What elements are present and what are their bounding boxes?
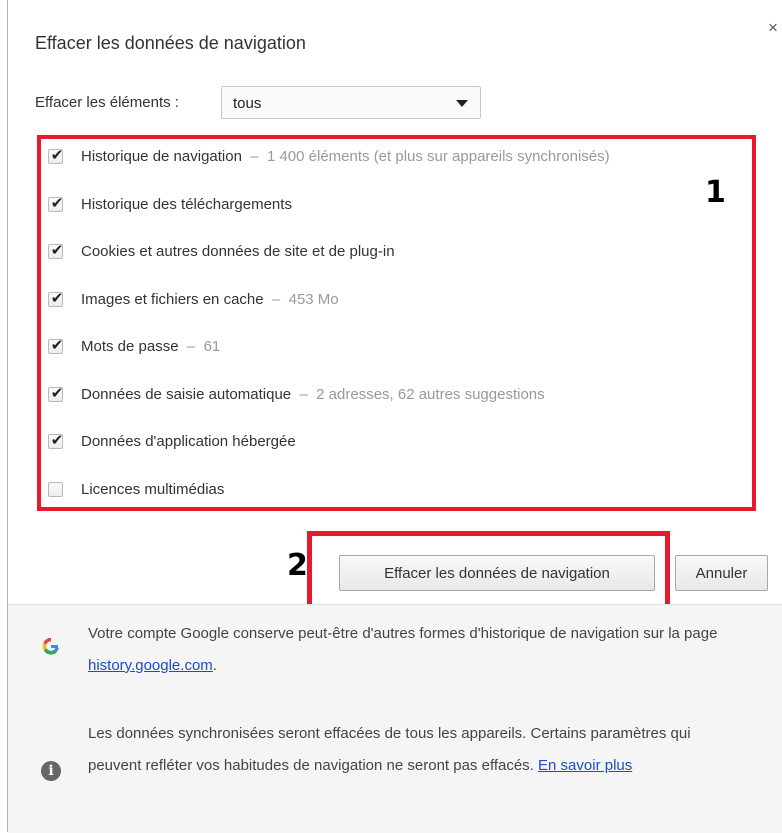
dropdown-arrow-icon <box>456 100 468 107</box>
dialog-title: Effacer les données de navigation <box>35 33 306 53</box>
time-range-value: tous <box>233 95 262 112</box>
google-history-message: Votre compte Google conserve peut-être d… <box>88 625 718 642</box>
learn-more-link[interactable]: En savoir plus <box>538 757 632 774</box>
time-range-select[interactable]: tous <box>221 86 481 119</box>
history-google-link[interactable]: history.google.com <box>88 657 213 674</box>
info-icon: i <box>41 761 61 781</box>
annotation-marker-2: 2 <box>287 548 308 583</box>
close-icon[interactable]: × <box>768 18 782 38</box>
sync-info-text: Les données synchronisées seront effacée… <box>88 718 728 782</box>
annotation-marker-1: 1 <box>705 175 726 210</box>
highlight-box-items <box>37 135 756 511</box>
time-range-label: Effacer les éléments : <box>35 94 179 111</box>
footer-info-panel: Votre compte Google conserve peut-être d… <box>8 604 782 833</box>
cancel-button[interactable]: Annuler <box>675 555 768 591</box>
google-history-text: Votre compte Google conserve peut-être d… <box>88 618 728 682</box>
google-history-suffix: . <box>212 657 217 674</box>
google-g-icon <box>39 635 63 659</box>
clear-browsing-data-button[interactable]: Effacer les données de navigation <box>339 555 655 591</box>
